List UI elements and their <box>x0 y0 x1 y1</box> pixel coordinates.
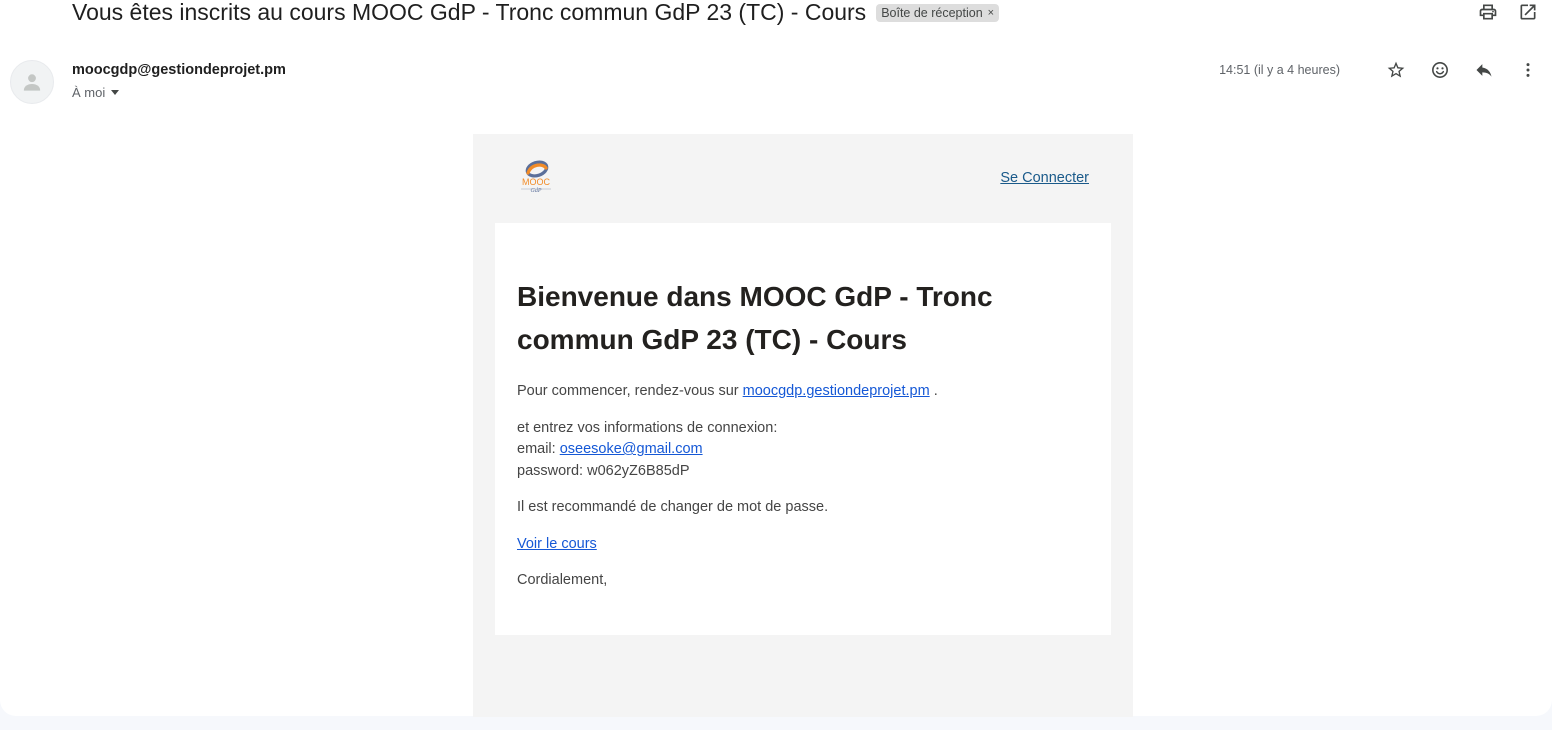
sender-email[interactable]: moocgdp@gestiondeprojet.pm <box>72 62 286 78</box>
inbox-label-chip[interactable]: Boîte de réception × <box>876 4 1000 22</box>
closing-text: Cordialement, <box>517 572 608 588</box>
recipient-label: À moi <box>72 85 106 100</box>
email-subject: Vous êtes inscrits au cours MOOC GdP - T… <box>72 0 867 25</box>
more-vertical-icon[interactable] <box>1518 60 1538 80</box>
label-chip-text: Boîte de réception <box>881 6 983 20</box>
svg-text:MOOC: MOOC <box>522 177 550 187</box>
intro-paragraph: Pour commencer, rendez-vous sur moocgdp.… <box>517 381 1077 403</box>
credentials-block: et entrez vos informations de connexion:… <box>517 418 1077 483</box>
view-course-link[interactable]: Voir le cours <box>517 536 597 552</box>
site-link[interactable]: moocgdp.gestiondeprojet.pm <box>743 383 930 399</box>
emoji-reaction-icon[interactable] <box>1430 60 1450 80</box>
recipient-details-toggle[interactable]: À moi <box>72 85 120 100</box>
mooc-gdp-logo: MOOC GdP <box>517 158 555 194</box>
message-meta: 14:51 (il y a 4 heures) <box>1219 60 1538 80</box>
print-icon[interactable] <box>1478 2 1498 22</box>
course-link-paragraph: Voir le cours <box>517 534 1077 556</box>
default-avatar-icon <box>23 74 41 91</box>
password-value: w062yZ6B85dP <box>587 462 690 479</box>
sign-in-link[interactable]: Se Connecter <box>1000 170 1089 186</box>
credentials-intro: et entrez vos informations de connexion: <box>517 419 778 436</box>
open-in-new-window-icon[interactable] <box>1518 2 1538 22</box>
welcome-heading: Bienvenue dans MOOC GdP - Tronc commun G… <box>517 281 993 355</box>
email-body: MOOC GdP Se Connecter Bienvenue dans MOO… <box>473 134 1133 717</box>
message-pane: Vous êtes inscrits au cours MOOC GdP - T… <box>0 0 1552 717</box>
intro-prefix: Pour commencer, rendez-vous sur <box>517 383 739 399</box>
chevron-down-icon <box>111 90 120 95</box>
reply-icon[interactable] <box>1474 60 1494 80</box>
message-timestamp: 14:51 (il y a 4 heures) <box>1219 63 1340 77</box>
password-label: password: <box>517 462 584 479</box>
account-email-link[interactable]: oseesoke@gmail.com <box>560 441 703 457</box>
email-card-content: Bienvenue dans MOOC GdP - Tronc commun G… <box>517 275 1077 607</box>
intro-suffix: . <box>933 383 938 399</box>
star-icon[interactable] <box>1386 60 1406 80</box>
email-label: email: <box>517 441 556 457</box>
email-card: Bienvenue dans MOOC GdP - Tronc commun G… <box>495 223 1111 635</box>
remove-label-button[interactable]: × <box>988 7 994 19</box>
recommendation-text: Il est recommandé de changer de mot de p… <box>517 499 829 515</box>
subject-row: Vous êtes inscrits au cours MOOC GdP - T… <box>72 0 1000 30</box>
thread-actions <box>1478 2 1538 22</box>
sender-avatar[interactable] <box>10 60 54 104</box>
